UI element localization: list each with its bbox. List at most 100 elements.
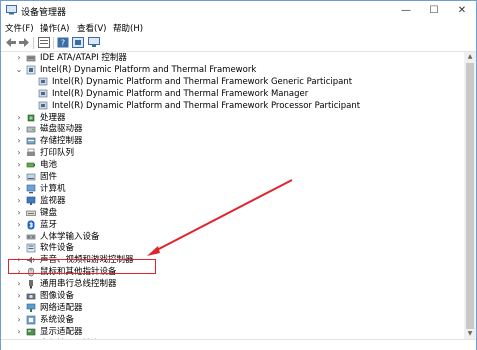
- device-row[interactable]: Intel(R) Dynamic Platform and Thermal Fr…: [1, 100, 461, 112]
- help-icon[interactable]: ?: [57, 37, 69, 48]
- bluetooth-icon: [27, 220, 35, 230]
- menu-help[interactable]: 帮助(H): [113, 22, 143, 34]
- device-label: Intel(R) Dynamic Platform and Thermal Fr…: [52, 100, 361, 111]
- intel-dptf-icon: [26, 65, 36, 75]
- hid-icon: [26, 234, 36, 239]
- device-label: 显示适配器: [40, 326, 83, 337]
- device-category-row[interactable]: › 蓝牙: [1, 219, 461, 231]
- device-category-row[interactable]: › 电池: [1, 159, 461, 171]
- device-label: 人体学输入设备: [40, 231, 100, 242]
- update-driver-icon[interactable]: [72, 37, 84, 48]
- device-category-row[interactable]: › IDE ATA/ATAPI 控制器: [1, 52, 461, 64]
- expand-chevron-icon[interactable]: ›: [15, 183, 23, 195]
- device-category-row[interactable]: › 通用串行总线控制器: [1, 278, 461, 290]
- firmware-icon: [26, 173, 36, 181]
- display-adapter-icon: [26, 328, 36, 335]
- expand-chevron-icon[interactable]: ›: [15, 278, 23, 290]
- device-row[interactable]: Intel(R) Dynamic Platform and Thermal Fr…: [1, 88, 461, 100]
- scroll-up-icon[interactable]: ▲: [464, 52, 476, 62]
- device-label: 通用串行总线控制器: [40, 279, 117, 290]
- device-label: 蓝牙: [40, 219, 58, 230]
- device-category-row[interactable]: › 处理器: [1, 112, 461, 124]
- expand-chevron-icon[interactable]: ›: [15, 135, 23, 147]
- device-tree: › IDE ATA/ATAPI 控制器 ⌄ Intel(R) Dynamic Plat…: [1, 52, 463, 339]
- device-category-row[interactable]: › 计算机: [1, 183, 461, 195]
- software-device-icon: [26, 244, 36, 253]
- device-category-row[interactable]: › 监视器: [1, 195, 461, 207]
- device-category-row[interactable]: › 存储控制器: [1, 135, 461, 147]
- back-arrow-icon[interactable]: [5, 37, 17, 48]
- device-label: 电池: [40, 160, 58, 171]
- device-row[interactable]: Intel(R) Dynamic Platform and Thermal Fr…: [1, 76, 461, 88]
- device-manager-icon: [6, 5, 17, 15]
- processor-icon: [27, 114, 35, 121]
- device-label: 监视器: [40, 195, 66, 206]
- device-category-row[interactable]: › 图像设备: [1, 290, 461, 302]
- menu-view[interactable]: 查看(V): [77, 22, 106, 34]
- window-title: 设备管理器: [21, 8, 67, 18]
- device-category-row[interactable]: ⌄ Intel(R) Dynamic Platform and Thermal F…: [1, 64, 461, 76]
- device-label: Intel(R) Dynamic Platform and Thermal Fr…: [52, 76, 353, 87]
- expand-chevron-icon[interactable]: ›: [15, 147, 23, 159]
- disk-drive-icon: [26, 127, 36, 133]
- menu-action[interactable]: 操作(A): [40, 22, 69, 34]
- computer-icon: [26, 184, 36, 194]
- device-category-row[interactable]: › 系统设备: [1, 314, 461, 326]
- expand-chevron-icon[interactable]: ›: [15, 290, 23, 302]
- menu-file[interactable]: 文件(F): [5, 22, 34, 34]
- device-category-row[interactable]: › 软件设备: [1, 242, 461, 254]
- maximize-button[interactable]: ☐: [421, 1, 447, 20]
- device-manager-window: 设备管理器 — ☐ ✕ 文件(F) 操作(A) 查看(V) 帮助(H) ? › …: [0, 0, 477, 350]
- device-category-row[interactable]: › 键盘: [1, 207, 461, 219]
- battery-icon: [26, 162, 35, 168]
- device-category-row[interactable]: › 人体学输入设备: [1, 231, 461, 243]
- expand-chevron-icon[interactable]: ›: [15, 326, 23, 338]
- device-label: IDE ATA/ATAPI 控制器: [40, 53, 127, 63]
- device-label: Intel(R) Dynamic Platform and Thermal Fr…: [52, 88, 309, 99]
- device-category-row[interactable]: › 固件: [1, 171, 461, 183]
- usb-controller-icon: [29, 280, 33, 289]
- svg-text:?: ?: [61, 39, 65, 48]
- collapse-chevron-icon[interactable]: ⌄: [15, 64, 23, 76]
- expand-chevron-icon[interactable]: ›: [15, 242, 23, 254]
- expand-chevron-icon[interactable]: ›: [15, 123, 23, 135]
- vertical-scrollbar[interactable]: ▲ ▼: [464, 52, 476, 339]
- expand-chevron-icon[interactable]: ›: [15, 52, 23, 64]
- device-category-row[interactable]: › 打印队列: [1, 147, 461, 159]
- device-category-row[interactable]: › 磁盘驱动器: [1, 123, 461, 135]
- expand-chevron-icon[interactable]: ›: [15, 314, 23, 326]
- scan-hardware-icon[interactable]: [88, 37, 100, 48]
- scroll-down-icon[interactable]: ▼: [464, 329, 476, 339]
- expand-chevron-icon[interactable]: ›: [15, 207, 23, 219]
- device-label: 计算机: [40, 183, 66, 194]
- status-bar: [1, 339, 476, 350]
- device-label: 键盘: [40, 207, 58, 218]
- scrollbar-thumb[interactable]: [466, 63, 474, 329]
- expand-chevron-icon[interactable]: ›: [15, 171, 23, 183]
- toolbar-separator: [33, 37, 34, 49]
- forward-arrow-icon[interactable]: [18, 37, 30, 48]
- properties-icon[interactable]: [38, 37, 50, 48]
- device-label: 磁盘驱动器: [40, 124, 83, 135]
- expand-chevron-icon[interactable]: ›: [15, 159, 23, 171]
- expand-chevron-icon[interactable]: ›: [15, 231, 23, 243]
- expand-chevron-icon[interactable]: ›: [15, 112, 23, 124]
- imaging-device-icon: [26, 293, 36, 300]
- close-button[interactable]: ✕: [449, 1, 475, 20]
- device-label: 处理器: [40, 112, 66, 123]
- device-category-row[interactable]: › 显示适配器: [1, 326, 461, 338]
- system-device-icon: [26, 315, 36, 325]
- minimize-button[interactable]: —: [393, 1, 419, 20]
- ide-controller-icon: [26, 55, 36, 62]
- storage-controller-icon: [26, 137, 36, 145]
- device-icon: [38, 89, 48, 97]
- title-bar[interactable]: 设备管理器 — ☐ ✕: [1, 1, 476, 20]
- device-label: 系统设备: [40, 314, 75, 325]
- expand-chevron-icon[interactable]: ›: [15, 195, 23, 207]
- keyboard-icon: [26, 210, 36, 216]
- expand-chevron-icon[interactable]: ›: [15, 219, 23, 231]
- device-label: Intel(R) Dynamic Platform and Thermal Fr…: [40, 64, 257, 75]
- expand-chevron-icon[interactable]: ›: [15, 302, 23, 314]
- device-label: 打印队列: [40, 148, 75, 159]
- device-category-row[interactable]: › 网络适配器: [1, 302, 461, 314]
